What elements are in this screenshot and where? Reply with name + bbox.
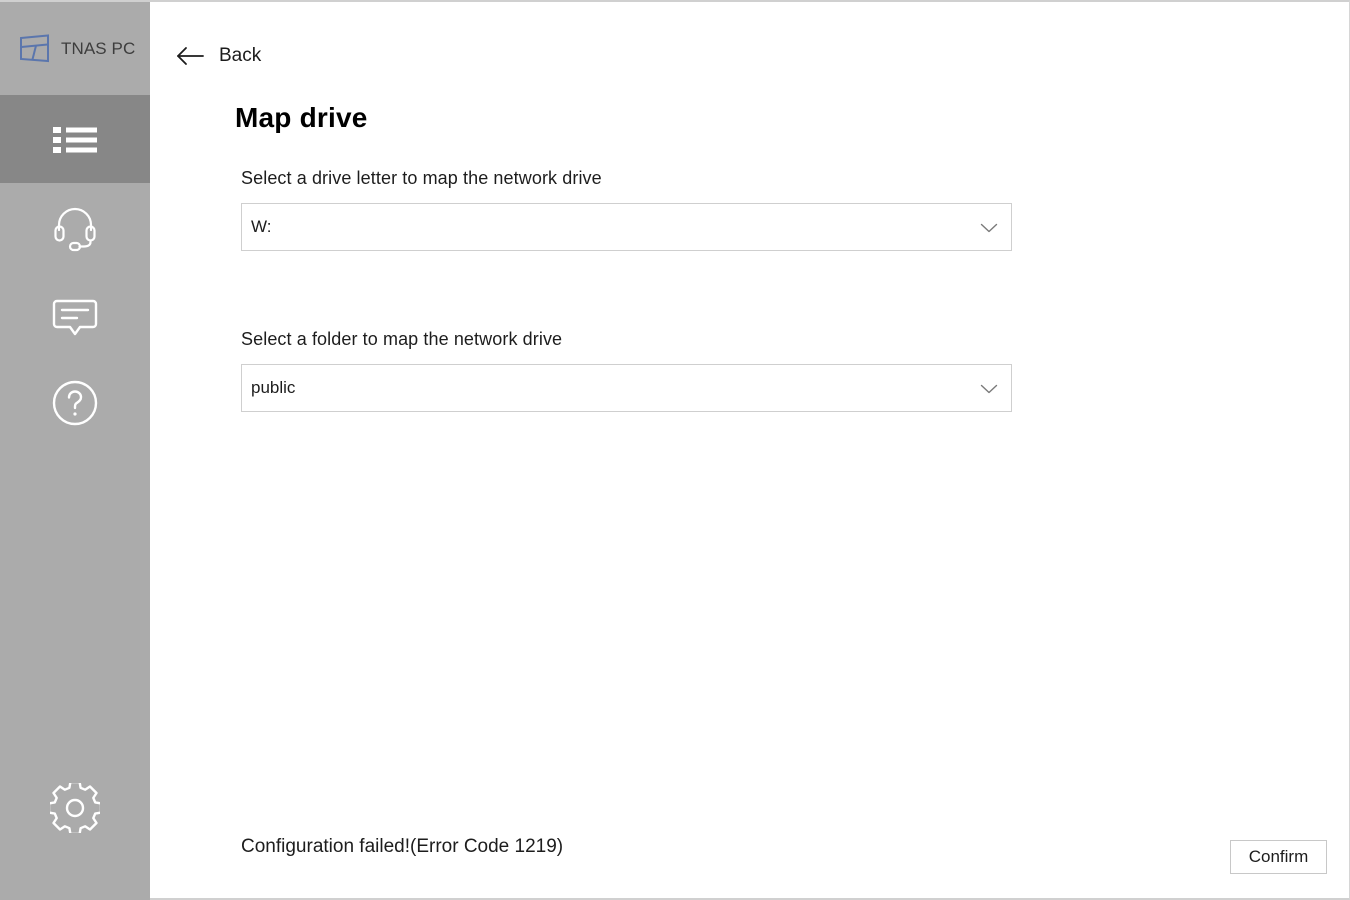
drive-letter-field-group: Select a drive letter to map the network… (241, 168, 1012, 251)
folder-field-group: Select a folder to map the network drive… (241, 329, 1012, 412)
drive-letter-label: Select a drive letter to map the network… (241, 168, 602, 188)
sidebar-item-support[interactable] (0, 183, 150, 271)
chevron-down-icon (979, 221, 999, 233)
status-message: Configuration failed!(Error Code 1219) (241, 836, 564, 857)
question-circle-icon (50, 378, 100, 428)
page-title: Map drive (235, 102, 368, 133)
chevron-down-icon (979, 382, 999, 394)
app-window: TNAS PC Back Map drive Select a drive le… (0, 0, 1350, 900)
folder-select[interactable]: public (241, 364, 1012, 412)
sidebar-item-device-list[interactable] (0, 95, 150, 183)
folder-value: public (251, 378, 296, 397)
gear-icon (50, 783, 100, 833)
drive-letter-value: W: (251, 217, 272, 236)
list-icon (50, 114, 100, 164)
confirm-button[interactable]: Confirm (1230, 840, 1327, 874)
sidebar-item-feedback[interactable] (0, 271, 150, 359)
back-label: Back (219, 45, 262, 66)
arrow-left-icon (176, 45, 204, 67)
back-button[interactable]: Back (176, 45, 261, 67)
content-area: Back Map drive Select a drive letter to … (150, 2, 1349, 898)
sidebar: TNAS PC (0, 2, 150, 900)
app-name-label: TNAS PC (61, 38, 136, 58)
chat-bubble-icon (50, 290, 100, 340)
folder-label: Select a folder to map the network drive (241, 329, 563, 349)
sidebar-item-help[interactable] (0, 359, 150, 447)
tnas-cube-logo-icon (18, 33, 52, 64)
sidebar-item-settings[interactable] (0, 764, 150, 852)
brand: TNAS PC (0, 2, 150, 95)
drive-letter-select[interactable]: W: (241, 203, 1012, 251)
headset-icon (50, 202, 100, 252)
